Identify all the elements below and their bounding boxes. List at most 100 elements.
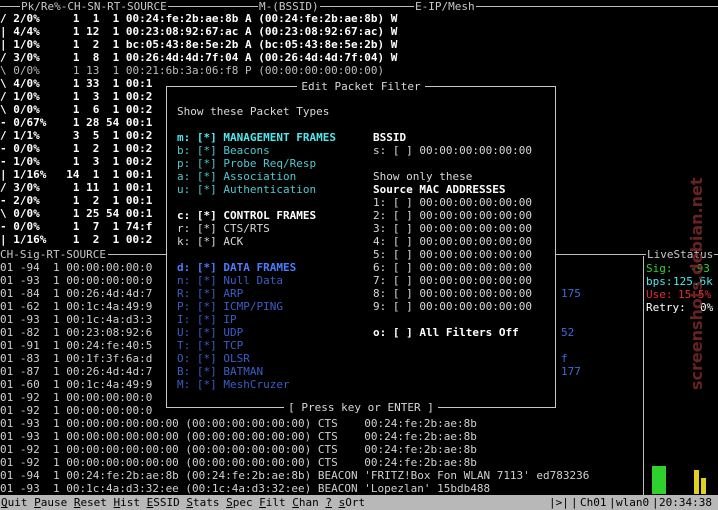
menu-item[interactable]: Stats [186, 496, 219, 509]
node-row[interactable]: - 2/0% 1 2 1 00:1 [0, 194, 152, 207]
packet-row[interactable]: 01 -92 1 00:00:00:00:0 [0, 404, 152, 417]
filter-option[interactable]: T: [*] TCP [177, 339, 243, 352]
menu-item[interactable]: ESSID [147, 496, 180, 509]
dialog-subtitle: Show these Packet Types [177, 105, 330, 118]
filter-option[interactable]: b: [*] Beacons [177, 144, 270, 157]
menu-label: tats [192, 496, 220, 509]
use-label: Use: [646, 288, 673, 301]
node-row[interactable]: - 0/0% 1 2 1 00:2 [0, 142, 152, 155]
packet-row[interactable]: 01 -60 1 00:1c:4a:49:9 [0, 378, 152, 391]
edit-packet-filter-dialog[interactable]: Edit Packet Filter Show these Packet Typ… [166, 80, 556, 414]
filter-option[interactable]: 4: [ ] 00:00:00:00:00:00 [373, 235, 532, 248]
packet-row[interactable]: 01 -93 1 00:1c:4a:d3:3 [0, 313, 152, 326]
menu-label: han [298, 496, 319, 509]
menu-label: pec [232, 496, 253, 509]
packet-row[interactable]: 01 -93 1 00:00:00:00:00:00 (00:00:00:00:… [0, 417, 477, 430]
menu-item[interactable]: Quit [1, 496, 28, 509]
menu-item[interactable]: Pause [34, 496, 67, 509]
packet-row[interactable]: 01 -92 1 00:00:00:00:0 [0, 391, 152, 404]
node-row[interactable]: \ 4/0% 1 33 1 00:1 [0, 77, 152, 90]
packet-row[interactable]: 01 -92 1 00:00:00:00:00:00 (00:00:00:00:… [0, 443, 477, 456]
filter-option[interactable]: 1: [ ] 00:00:00:00:00:00 [373, 196, 532, 209]
menu-hotkey: P [34, 496, 41, 509]
menu-label: O [345, 496, 352, 509]
menu-hotkey: S [226, 496, 233, 509]
filter-option[interactable]: a: [*] Association [177, 170, 296, 183]
packet-row-tail: f [561, 352, 568, 365]
pause-indicator[interactable]: |>| [549, 496, 569, 509]
node-row[interactable]: \ 0/0% 1 6 1 00:2 [0, 103, 152, 116]
menu-item[interactable]: sOrt [339, 496, 366, 509]
menu-item[interactable]: Chan [292, 496, 319, 509]
filter-option[interactable]: 9: [ ] 00:00:00:00:00:00 [373, 300, 532, 313]
filter-option[interactable]: Source MAC ADDRESSES [373, 183, 505, 196]
filter-option[interactable]: B: [*] BATMAN [177, 365, 263, 378]
filter-option[interactable]: s: [ ] 00:00:00:00:00:00 [373, 144, 532, 157]
filter-option[interactable]: I: [*] IP [177, 313, 237, 326]
menu-bar: Quit Pause Reset Hist ESSID Stats Spec Filt Chan… [0, 495, 718, 510]
packet-row[interactable]: 01 -92 1 00:00:00:00:00:00 (00:00:00:00:… [0, 456, 477, 469]
packet-row[interactable]: 01 -94 1 00:00:00:00:0 [0, 261, 152, 274]
node-row[interactable]: | 1/0% 1 2 1 bc:05:43:8e:5e:2b A (bc:05:… [0, 38, 397, 51]
filter-option[interactable]: 6: [ ] 00:00:00:00:00:00 [373, 261, 532, 274]
node-row[interactable]: | 1/16% 14 1 1 00:1 [0, 168, 152, 181]
menu-item[interactable]: ? [325, 496, 332, 509]
filter-option[interactable]: R: [*] ARP [177, 287, 243, 300]
menu-hotkey: S [186, 496, 193, 509]
node-row[interactable]: - 1/0% 1 3 1 00:2 [0, 155, 152, 168]
packet-row[interactable]: 01 -93 1 00:00:00:00:0 [0, 274, 152, 287]
node-row[interactable]: / 1/0% 1 3 1 00:2 [0, 90, 152, 103]
node-row[interactable]: | 4/4% 1 12 1 00:23:08:92:67:ac A (00:23… [0, 25, 397, 38]
menu-label: eset [80, 496, 107, 509]
packet-row[interactable]: 01 -91 1 00:24:fe:40:5 [0, 339, 152, 352]
node-row[interactable]: - 0/0% 1 7 1 74:f [0, 220, 152, 233]
node-row[interactable]: - 0/67% 1 28 54 00:1 [0, 116, 152, 129]
filter-option[interactable]: p: [*] Probe Req/Resp [177, 157, 316, 170]
filter-option[interactable]: d: [*] DATA FRAMES [177, 261, 296, 274]
filter-option[interactable]: 2: [ ] 00:00:00:00:00:00 [373, 209, 532, 222]
packet-row[interactable]: 01 -87 1 00:26:4d:4d:7 [0, 365, 152, 378]
node-row[interactable]: \ 0/0% 1 25 54 00:1 [0, 207, 152, 220]
menu-item[interactable]: Hist [114, 496, 141, 509]
filter-option[interactable]: BSSID [373, 131, 406, 144]
filter-option[interactable]: Show only these [373, 170, 472, 183]
node-row[interactable]: / 3/0% 1 8 1 00:26:4d:4d:7f:04 A (00:26:… [0, 51, 397, 64]
menu-item[interactable]: Reset [74, 496, 107, 509]
node-row[interactable]: / 2/0% 1 1 1 00:24:fe:2b:ae:8b A (00:24:… [0, 12, 397, 25]
packet-row[interactable]: 01 -94 1 00:24:fe:2b:ae:8b (00:24:fe:2b:… [0, 469, 589, 482]
filter-option[interactable]: r: [*] CTS/RTS [177, 222, 270, 235]
packet-row[interactable]: 01 -93 1 00:00:00:00:00:00 (00:00:00:00:… [0, 430, 477, 443]
filter-option[interactable]: k: [*] ACK [177, 235, 243, 248]
filter-option[interactable]: 3: [ ] 00:00:00:00:00:00 [373, 222, 532, 235]
channel-indicator[interactable]: Ch01 [580, 496, 607, 509]
node-row[interactable]: / 3/0% 1 11 1 00:1 [0, 181, 152, 194]
node-header-ip: E-IP/Mesh [414, 0, 476, 13]
packet-row-tail: 52 [561, 326, 575, 339]
packet-row[interactable]: 01 -93 1 00:1c:4a:d3:32:ee (00:1c:4a:d3:… [0, 482, 490, 495]
node-row[interactable]: / 1/1% 3 5 1 00:2 [0, 129, 152, 142]
menu-label: ause [40, 496, 68, 509]
menu-item[interactable]: Spec [226, 496, 253, 509]
packet-row[interactable]: 01 -84 1 00:26:4d:4d:7 [0, 287, 152, 300]
filter-option[interactable]: 8: [ ] 00:00:00:00:00:00 [373, 287, 532, 300]
packet-row-tail: 177 [561, 365, 581, 378]
terminal-screen: Pk/Re%-CH-SN-RT-SOURCE M-(BSSID) E-IP/Me… [0, 0, 718, 510]
menu-item[interactable]: Filt [259, 496, 286, 509]
filter-option[interactable]: u: [*] Authentication [177, 183, 316, 196]
filter-option[interactable]: 7: [ ] 00:00:00:00:00:00 [373, 274, 532, 287]
filter-option[interactable]: m: [*] MANAGEMENT FRAMES [177, 131, 336, 144]
filter-option[interactable]: U: [*] UDP [177, 326, 243, 339]
filter-option[interactable]: n: [*] Null Data [177, 274, 283, 287]
filter-option[interactable]: M: [*] MeshCruzer [177, 378, 290, 391]
packet-row[interactable]: 01 -83 1 00:1f:3f:6a:d [0, 352, 152, 365]
filter-option[interactable]: 5: [ ] 00:00:00:00:00:00 [373, 248, 532, 261]
dialog-footer: [ Press key or ENTER ] [167, 401, 555, 414]
node-row[interactable]: | 1/16% 1 2 1 00:2 [0, 233, 152, 246]
filter-option[interactable]: c: [*] CONTROL FRAMES [177, 209, 316, 222]
filter-option[interactable]: O: [*] OLSR [177, 352, 250, 365]
node-row[interactable]: \ 0/0% 1 13 1 00:21:6b:3a:06:f8 P (00:00… [0, 64, 384, 77]
filter-option[interactable]: o: [ ] All Filters Off [373, 326, 519, 339]
filter-option[interactable]: P: [*] ICMP/PING [177, 300, 283, 313]
packet-row[interactable]: 01 -62 1 00:1c:4a:49:9 [0, 300, 152, 313]
packet-row[interactable]: 01 -82 1 00:23:08:92:6 [0, 326, 152, 339]
